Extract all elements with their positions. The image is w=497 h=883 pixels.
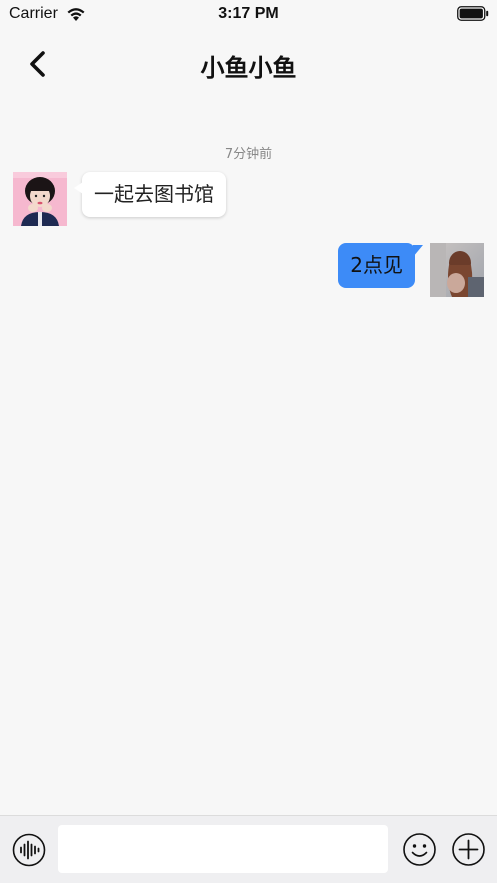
self-avatar[interactable] bbox=[430, 243, 484, 297]
battery-icon bbox=[457, 6, 489, 21]
sent-message-bubble[interactable]: 2点见 bbox=[338, 243, 423, 288]
message-timestamp: 7分钟前 bbox=[224, 147, 273, 162]
voice-icon[interactable] bbox=[12, 833, 46, 867]
emoji-icon[interactable] bbox=[402, 832, 437, 867]
message-input[interactable] bbox=[58, 825, 388, 873]
page-title: 小鱼小鱼 bbox=[200, 54, 297, 82]
navigation-bar: 小鱼小鱼 bbox=[0, 30, 497, 98]
friend-avatar[interactable] bbox=[13, 172, 67, 226]
status-bar: Carrier 3:17 PM bbox=[0, 0, 497, 30]
status-time: 3:17 PM bbox=[218, 5, 279, 22]
message-input-bar bbox=[0, 815, 497, 883]
received-message-bubble[interactable]: 一起去图书馆 bbox=[74, 172, 226, 217]
chat-screen: Carrier 3:17 PM 小鱼小鱼 7分钟前 一起去图书馆 2点见 bbox=[0, 0, 497, 883]
plus-icon[interactable] bbox=[451, 832, 486, 867]
